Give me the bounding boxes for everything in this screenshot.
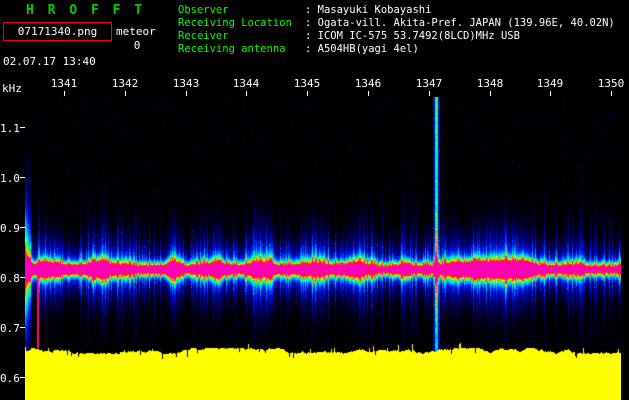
x-tick-label: 1347 — [415, 77, 443, 90]
field-value: : A504HB(yagi 4el) — [305, 43, 419, 55]
field-value: : Ogata-vill. Akita-Pref. JAPAN (139.96E… — [305, 17, 615, 29]
y-tick-label: 1.1 — [0, 122, 20, 135]
x-tick-mark — [490, 91, 491, 96]
filename-box: 07171340.png — [3, 22, 112, 41]
x-tick-label: 1345 — [293, 77, 321, 90]
x-tick-mark — [611, 91, 612, 96]
x-tick-mark — [307, 91, 308, 96]
y-tick-label: 1.0 — [0, 172, 20, 185]
x-tick-label: 1342 — [111, 77, 139, 90]
field-label: Receiving Location — [178, 17, 292, 29]
field-observer: Observer : Masayuki Kobayashi — [178, 4, 615, 17]
field-receiver: Receiver : ICOM IC-575 53.7492(8LCD)MHz … — [178, 30, 615, 43]
field-receiving-location: Receiving Location : Ogata-vill. Akita-P… — [178, 17, 615, 30]
meteor-count-value: 0 — [133, 39, 141, 52]
station-info: Observer : Masayuki Kobayashi Receiving … — [178, 4, 615, 56]
x-tick-mark — [429, 91, 430, 96]
x-tick-label: 1341 — [50, 77, 78, 90]
hrofft-window: H R O F F T 07171340.png meteor 0 02.07.… — [0, 0, 629, 400]
app-title: H R O F F T — [26, 3, 146, 18]
field-label: Receiving antenna — [178, 43, 286, 55]
y-tick-label: 0.7 — [0, 322, 20, 335]
x-tick-mark — [368, 91, 369, 96]
meteor-count-label: meteor — [116, 25, 156, 38]
x-tick-mark — [64, 91, 65, 96]
y-axis-unit-label: kHz — [2, 82, 22, 95]
field-value: : Masayuki Kobayashi — [305, 4, 432, 16]
x-tick-mark — [186, 91, 187, 96]
field-value: : ICOM IC-575 53.7492(8LCD)MHz USB — [305, 30, 520, 42]
field-label: Receiver — [178, 30, 229, 42]
y-tick-label: 0.8 — [0, 272, 20, 285]
field-receiving-antenna: Receiving antenna : A504HB(yagi 4el) — [178, 43, 615, 56]
x-tick-label: 1346 — [354, 77, 382, 90]
x-tick-label: 1348 — [476, 77, 504, 90]
x-tick-label: 1343 — [172, 77, 200, 90]
y-tick-label: 0.9 — [0, 222, 20, 235]
x-tick-label: 1344 — [232, 77, 260, 90]
x-tick-mark — [125, 91, 126, 96]
y-tick-label: 0.6 — [0, 372, 20, 385]
x-tick-mark — [246, 91, 247, 96]
x-tick-label: 1350 — [597, 77, 625, 90]
datetime-text: 02.07.17 13:40 — [3, 55, 96, 68]
x-tick-label: 1349 — [536, 77, 564, 90]
spectrogram-canvas — [25, 97, 621, 400]
filename-text: 07171340.png — [17, 25, 98, 38]
field-label: Observer — [178, 4, 229, 16]
x-tick-mark — [550, 91, 551, 96]
